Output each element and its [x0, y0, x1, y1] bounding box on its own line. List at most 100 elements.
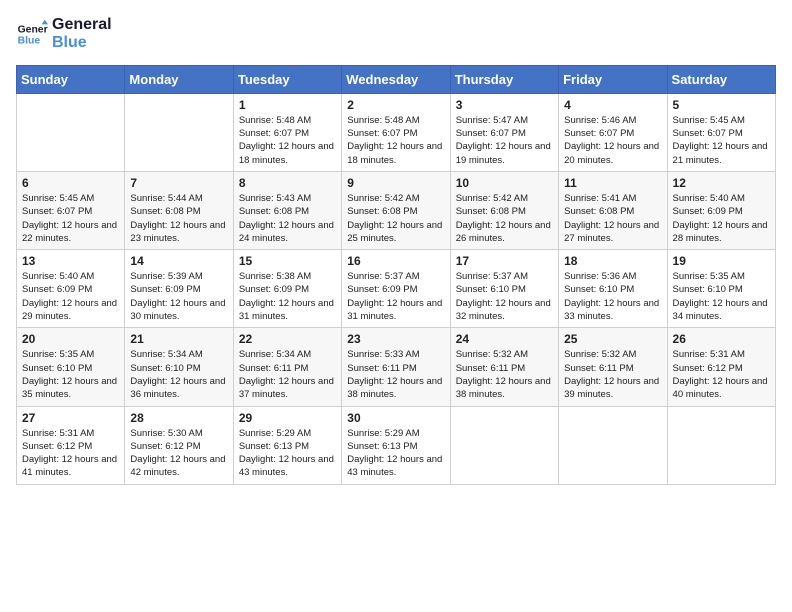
day-info: Sunrise: 5:31 AM Sunset: 6:12 PM Dayligh… — [673, 348, 770, 401]
calendar-cell — [667, 406, 775, 484]
day-number: 22 — [239, 332, 336, 346]
day-info: Sunrise: 5:33 AM Sunset: 6:11 PM Dayligh… — [347, 348, 444, 401]
day-number: 30 — [347, 411, 444, 425]
svg-text:General: General — [18, 25, 48, 36]
day-number: 16 — [347, 254, 444, 268]
calendar-week-1: 1 Sunrise: 5:48 AM Sunset: 6:07 PM Daylig… — [17, 93, 776, 171]
calendar-cell: 12 Sunrise: 5:40 AM Sunset: 6:09 PM Dayli… — [667, 171, 775, 249]
day-number: 10 — [456, 176, 553, 190]
calendar-cell: 21Sunrise: 5:34 AM Sunset: 6:10 PM Dayli… — [125, 328, 233, 406]
day-number: 2 — [347, 98, 444, 112]
logo: General Blue General Blue — [16, 16, 112, 53]
calendar-cell: 23 Sunrise: 5:33 AM Sunset: 6:11 PM Dayli… — [342, 328, 450, 406]
day-info: Sunrise: 5:48 AM Sunset: 6:07 PM Dayligh… — [347, 114, 444, 167]
day-info: Sunrise: 5:47 AM Sunset: 6:07 PM Dayligh… — [456, 114, 553, 167]
calendar-cell — [450, 406, 558, 484]
day-number: 15 — [239, 254, 336, 268]
day-info: Sunrise: 5:45 AM Sunset: 6:07 PM Dayligh… — [22, 192, 119, 245]
day-info: Sunrise: 5:38 AM Sunset: 6:09 PM Dayligh… — [239, 270, 336, 323]
day-info: Sunrise: 5:40 AM Sunset: 6:09 PM Dayligh… — [673, 192, 770, 245]
day-info: Sunrise: 5:40 AM Sunset: 6:09 PM Dayligh… — [22, 270, 119, 323]
calendar-cell: 2 Sunrise: 5:48 AM Sunset: 6:07 PM Daylig… — [342, 93, 450, 171]
logo-general: General — [52, 16, 112, 34]
day-info: Sunrise: 5:32 AM Sunset: 6:11 PM Dayligh… — [456, 348, 553, 401]
col-header-wednesday: Wednesday — [342, 65, 450, 93]
day-info: Sunrise: 5:46 AM Sunset: 6:07 PM Dayligh… — [564, 114, 661, 167]
calendar-cell — [17, 93, 125, 171]
calendar-cell: 11 Sunrise: 5:41 AM Sunset: 6:08 PM Dayli… — [559, 171, 667, 249]
calendar-week-2: 6 Sunrise: 5:45 AM Sunset: 6:07 PM Daylig… — [17, 171, 776, 249]
calendar-cell: 7 Sunrise: 5:44 AM Sunset: 6:08 PM Daylig… — [125, 171, 233, 249]
day-number: 13 — [22, 254, 119, 268]
calendar-week-5: 27 Sunrise: 5:31 AM Sunset: 6:12 PM Dayli… — [17, 406, 776, 484]
day-number: 25 — [564, 332, 661, 346]
day-info: Sunrise: 5:37 AM Sunset: 6:09 PM Dayligh… — [347, 270, 444, 323]
day-number: 7 — [130, 176, 227, 190]
day-number: 12 — [673, 176, 770, 190]
calendar-cell: 18 Sunrise: 5:36 AM Sunset: 6:10 PM Dayli… — [559, 250, 667, 328]
day-info: Sunrise: 5:34 AM Sunset: 6:10 PM Dayligh… — [130, 348, 227, 401]
col-header-monday: Monday — [125, 65, 233, 93]
day-info: Sunrise: 5:32 AM Sunset: 6:11 PM Dayligh… — [564, 348, 661, 401]
day-number: 18 — [564, 254, 661, 268]
day-number: 14 — [130, 254, 227, 268]
col-header-sunday: Sunday — [17, 65, 125, 93]
day-info: Sunrise: 5:35 AM Sunset: 6:10 PM Dayligh… — [673, 270, 770, 323]
day-number: 3 — [456, 98, 553, 112]
day-info: Sunrise: 5:37 AM Sunset: 6:10 PM Dayligh… — [456, 270, 553, 323]
day-info: Sunrise: 5:35 AM Sunset: 6:10 PM Dayligh… — [22, 348, 119, 401]
calendar-week-3: 13 Sunrise: 5:40 AM Sunset: 6:09 PM Dayli… — [17, 250, 776, 328]
calendar-table: SundayMondayTuesdayWednesdayThursdayFrid… — [16, 65, 776, 485]
calendar-cell: 4 Sunrise: 5:46 AM Sunset: 6:07 PM Daylig… — [559, 93, 667, 171]
day-number: 20 — [22, 332, 119, 346]
day-number: 27 — [22, 411, 119, 425]
calendar-cell: 13 Sunrise: 5:40 AM Sunset: 6:09 PM Dayli… — [17, 250, 125, 328]
calendar-cell: 14Sunrise: 5:39 AM Sunset: 6:09 PM Dayli… — [125, 250, 233, 328]
day-info: Sunrise: 5:34 AM Sunset: 6:11 PM Dayligh… — [239, 348, 336, 401]
calendar-cell: 6 Sunrise: 5:45 AM Sunset: 6:07 PM Daylig… — [17, 171, 125, 249]
day-number: 9 — [347, 176, 444, 190]
calendar-week-4: 20 Sunrise: 5:35 AM Sunset: 6:10 PM Dayli… — [17, 328, 776, 406]
day-info: Sunrise: 5:29 AM Sunset: 6:13 PM Dayligh… — [347, 427, 444, 480]
day-info: Sunrise: 5:42 AM Sunset: 6:08 PM Dayligh… — [456, 192, 553, 245]
day-info: Sunrise: 5:44 AM Sunset: 6:08 PM Dayligh… — [130, 192, 227, 245]
day-number: 23 — [347, 332, 444, 346]
col-header-tuesday: Tuesday — [233, 65, 341, 93]
calendar-cell: 25 Sunrise: 5:32 AM Sunset: 6:11 PM Dayli… — [559, 328, 667, 406]
day-number: 26 — [673, 332, 770, 346]
day-number: 8 — [239, 176, 336, 190]
calendar-cell: 27 Sunrise: 5:31 AM Sunset: 6:12 PM Dayli… — [17, 406, 125, 484]
calendar-cell: 10 Sunrise: 5:42 AM Sunset: 6:08 PM Dayli… — [450, 171, 558, 249]
calendar-cell: 16 Sunrise: 5:37 AM Sunset: 6:09 PM Dayli… — [342, 250, 450, 328]
calendar-cell: 15 Sunrise: 5:38 AM Sunset: 6:09 PM Dayli… — [233, 250, 341, 328]
day-number: 11 — [564, 176, 661, 190]
day-number: 5 — [673, 98, 770, 112]
calendar-cell: 22 Sunrise: 5:34 AM Sunset: 6:11 PM Dayli… — [233, 328, 341, 406]
calendar-cell: 3 Sunrise: 5:47 AM Sunset: 6:07 PM Daylig… — [450, 93, 558, 171]
day-info: Sunrise: 5:36 AM Sunset: 6:10 PM Dayligh… — [564, 270, 661, 323]
calendar-cell: 29Sunrise: 5:29 AM Sunset: 6:13 PM Dayli… — [233, 406, 341, 484]
logo-icon: General Blue — [16, 18, 48, 50]
calendar-cell — [125, 93, 233, 171]
calendar-cell: 28 Sunrise: 5:30 AM Sunset: 6:12 PM Dayli… — [125, 406, 233, 484]
day-info: Sunrise: 5:29 AM Sunset: 6:13 PM Dayligh… — [239, 427, 336, 480]
day-number: 28 — [130, 411, 227, 425]
svg-text:Blue: Blue — [18, 36, 41, 47]
calendar-cell: 5Sunrise: 5:45 AM Sunset: 6:07 PM Daylig… — [667, 93, 775, 171]
day-info: Sunrise: 5:30 AM Sunset: 6:12 PM Dayligh… — [130, 427, 227, 480]
day-number: 4 — [564, 98, 661, 112]
calendar-cell: 20 Sunrise: 5:35 AM Sunset: 6:10 PM Dayli… — [17, 328, 125, 406]
day-number: 1 — [239, 98, 336, 112]
day-info: Sunrise: 5:41 AM Sunset: 6:08 PM Dayligh… — [564, 192, 661, 245]
col-header-thursday: Thursday — [450, 65, 558, 93]
calendar-cell: 9Sunrise: 5:42 AM Sunset: 6:08 PM Daylig… — [342, 171, 450, 249]
calendar-cell: 8Sunrise: 5:43 AM Sunset: 6:08 PM Daylig… — [233, 171, 341, 249]
day-number: 6 — [22, 176, 119, 190]
day-info: Sunrise: 5:31 AM Sunset: 6:12 PM Dayligh… — [22, 427, 119, 480]
day-number: 19 — [673, 254, 770, 268]
calendar-cell: 17Sunrise: 5:37 AM Sunset: 6:10 PM Dayli… — [450, 250, 558, 328]
page-header: General Blue General Blue — [16, 16, 776, 53]
col-header-saturday: Saturday — [667, 65, 775, 93]
calendar-cell — [559, 406, 667, 484]
day-number: 24 — [456, 332, 553, 346]
